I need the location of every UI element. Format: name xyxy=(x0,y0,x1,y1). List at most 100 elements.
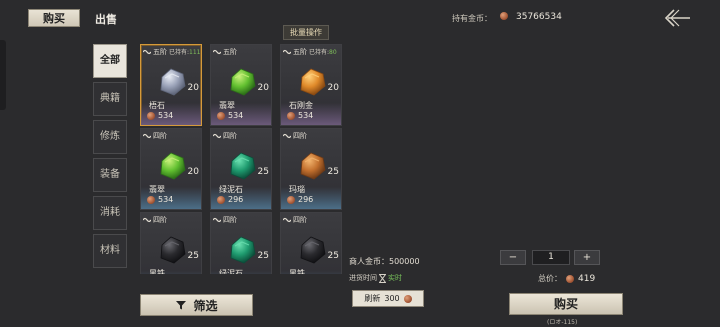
total-value: 419 xyxy=(578,273,596,284)
gem-icon xyxy=(155,65,189,99)
buy-button[interactable]: 购买 xyxy=(509,293,623,315)
filter-label: 筛选 xyxy=(193,298,218,313)
item-price: 534 xyxy=(147,111,173,120)
gem-icon xyxy=(155,233,189,267)
category-tab[interactable]: 材料 xyxy=(93,234,127,268)
grade-tag: 四阶 xyxy=(283,131,307,141)
grade-icon xyxy=(213,133,221,139)
gem-icon xyxy=(225,149,259,183)
coin-icon xyxy=(217,111,225,120)
item-price: 296 xyxy=(287,195,313,204)
quantity-plus-button[interactable]: + xyxy=(574,250,600,265)
grade-label: 四阶 xyxy=(293,132,307,140)
quantity-input[interactable]: 1 xyxy=(532,250,570,265)
tab-buy[interactable]: 购买 xyxy=(28,9,80,27)
item-quantity: 20 xyxy=(187,167,199,177)
total-price: 总价： 419 xyxy=(538,273,595,284)
refresh-button[interactable]: 刷新 300 xyxy=(352,290,424,307)
category-tab[interactable]: 装备 xyxy=(93,158,127,192)
quantity-minus-button[interactable]: − xyxy=(500,250,526,265)
grade-tag: 四阶 xyxy=(213,215,237,225)
merchant-gold-label: 商人金币： xyxy=(349,257,389,266)
wallet-value: 35766534 xyxy=(516,12,562,22)
gem-icon xyxy=(295,65,329,99)
item-quantity: 25 xyxy=(257,167,269,177)
grade-tag: 五阶 xyxy=(283,47,307,57)
item-name: 绿泥石 xyxy=(219,269,243,274)
item-card[interactable]: 四阶 25 绿泥石 296 xyxy=(210,128,272,210)
item-card[interactable]: 四阶 25 黑铁 xyxy=(280,212,342,274)
item-quantity: 20 xyxy=(257,83,269,93)
owned-label: 已持有: xyxy=(169,49,190,56)
filter-button[interactable]: 筛选 xyxy=(140,294,253,316)
batch-operation-button[interactable]: 批量操作 xyxy=(283,25,329,40)
coin-icon xyxy=(287,111,295,120)
item-quantity: 25 xyxy=(187,251,199,261)
item-price: 534 xyxy=(217,111,243,120)
owned-label: 已持有: xyxy=(309,49,330,56)
owned-count: 已持有:80 xyxy=(309,47,337,56)
category-tab[interactable]: 全部 xyxy=(93,44,127,78)
item-price-value: 296 xyxy=(298,195,314,204)
gem-icon xyxy=(155,149,189,183)
grade-tag: 四阶 xyxy=(213,131,237,141)
grade-icon xyxy=(283,49,291,55)
item-card[interactable]: 四阶 25 黑铁 xyxy=(140,212,202,274)
item-card[interactable]: 五阶 已持有:111 20 梧石 534 xyxy=(140,44,202,126)
grade-icon xyxy=(143,217,151,223)
item-price-value: 534 xyxy=(158,195,174,204)
merchant-gold-value: 500000 xyxy=(389,257,420,266)
merchant-gold: 商人金币：500000 xyxy=(349,256,420,267)
coin-icon xyxy=(566,274,574,283)
gem-icon xyxy=(225,233,259,267)
hourglass-icon xyxy=(379,273,386,283)
grade-tag: 四阶 xyxy=(143,131,167,141)
item-card[interactable]: 五阶 已持有:80 20 石刚金 534 xyxy=(280,44,342,126)
grade-label: 四阶 xyxy=(153,216,167,224)
owned-value: 80 xyxy=(329,49,337,56)
item-name: 黑铁 xyxy=(149,269,165,274)
coin-icon xyxy=(217,195,225,204)
left-edge-handle xyxy=(0,40,6,110)
grade-tag: 五阶 xyxy=(213,47,237,57)
item-price-value: 296 xyxy=(228,195,244,204)
grade-icon xyxy=(283,133,291,139)
item-name: 黑铁 xyxy=(289,269,305,274)
item-quantity: 20 xyxy=(327,83,339,93)
coin-icon xyxy=(287,195,295,204)
category-tab[interactable]: 消耗 xyxy=(93,196,127,230)
item-name: 绿泥石 xyxy=(219,185,243,194)
item-name: 梧石 xyxy=(149,101,165,110)
item-price: 534 xyxy=(147,195,173,204)
grade-label: 四阶 xyxy=(223,216,237,224)
filter-icon xyxy=(176,301,187,310)
category-tab[interactable]: 典籍 xyxy=(93,82,127,116)
wallet-label: 持有金币： xyxy=(452,14,492,23)
tab-sell[interactable]: 出售 xyxy=(95,11,117,27)
coin-icon xyxy=(147,195,155,204)
grade-icon xyxy=(143,133,151,139)
total-label: 总价： xyxy=(538,274,562,283)
gem-icon xyxy=(295,149,329,183)
item-card[interactable]: 四阶 25 玛瑙 296 xyxy=(280,128,342,210)
item-price-value: 534 xyxy=(298,111,314,120)
item-card[interactable]: 四阶 20 翡翠 534 xyxy=(140,128,202,210)
back-button[interactable] xyxy=(662,8,692,28)
item-price-value: 534 xyxy=(228,111,244,120)
gem-icon xyxy=(295,233,329,267)
item-price: 534 xyxy=(287,111,313,120)
grade-label: 五阶 xyxy=(223,48,237,56)
item-quantity: 20 xyxy=(187,83,199,93)
item-price-value: 534 xyxy=(158,111,174,120)
item-card[interactable]: 五阶 20 翡翠 534 xyxy=(210,44,272,126)
back-arrow-icon xyxy=(664,9,690,27)
item-name: 玛瑙 xyxy=(289,185,305,194)
item-card[interactable]: 四阶 25 绿泥石 xyxy=(210,212,272,274)
coin-icon xyxy=(403,294,412,303)
restock-time: 进货时间 实时 xyxy=(349,273,402,283)
grade-icon xyxy=(213,217,221,223)
refresh-cost: 300 xyxy=(384,294,400,303)
category-tab[interactable]: 修炼 xyxy=(93,120,127,154)
owned-count: 已持有:111 xyxy=(169,47,200,56)
grade-label: 四阶 xyxy=(223,132,237,140)
